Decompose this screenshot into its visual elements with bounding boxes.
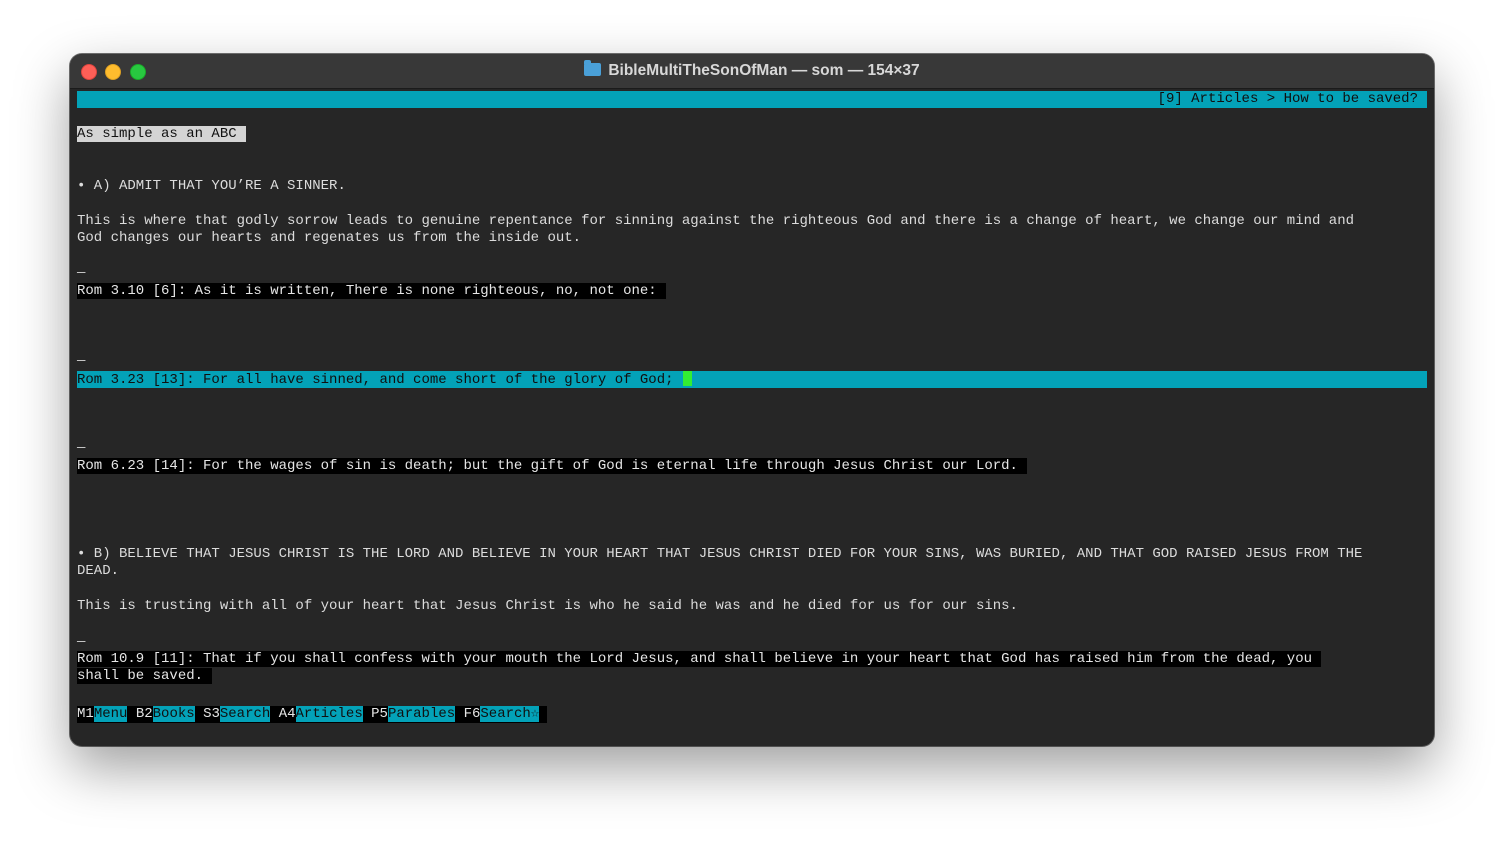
text-cursor [682, 371, 692, 386]
separator: — [77, 634, 86, 650]
separator: — [77, 265, 86, 281]
point-b-line-1: • B) BELIEVE THAT JESUS CHRIST IS THE LO… [77, 546, 1363, 562]
breadcrumb: [9] Articles > How to be saved? [1157, 91, 1418, 107]
folder-icon [584, 60, 602, 76]
fkey-search[interactable]: S3Search [203, 706, 271, 722]
status-bar: [9] Articles > How to be saved? [77, 91, 1427, 108]
fkey-search-favorites[interactable]: F6Search☆ [464, 706, 540, 722]
fkey-menu[interactable]: M1Menu [77, 706, 128, 722]
selected-verse-row[interactable]: Rom 3.23 [13]: For all have sinned, and … [77, 371, 1427, 388]
fkey-books[interactable]: B2Books [136, 706, 195, 722]
title-bar[interactable]: BibleMultiTheSonOfMan — som — 154×37 [70, 54, 1434, 89]
selected-verse-text: Rom 3.23 [13]: For all have sinned, and … [77, 372, 674, 388]
terminal-content[interactable]: [9] Articles > How to be saved? As simpl… [77, 91, 1427, 723]
separator: — [77, 353, 86, 369]
verse-row[interactable]: Rom 3.10 [6]: As it is written, There is… [77, 283, 666, 299]
article-heading: As simple as an ABC [77, 126, 246, 142]
function-key-bar: M1Menu B2Books S3Search A4Articles P5Par… [77, 706, 548, 723]
point-b-line-2: DEAD. [77, 563, 120, 579]
verse-row-continued[interactable]: shall be saved. [77, 668, 213, 684]
paragraph-a-line-2: God changes our hearts and regenates us … [77, 230, 582, 246]
paragraph-b: This is trusting with all of your heart … [77, 598, 1018, 614]
window-title: BibleMultiTheSonOfMan — som — 154×37 [70, 54, 1434, 88]
fkey-parables[interactable]: P5Parables [371, 706, 456, 722]
separator: — [77, 440, 86, 456]
window-title-text: BibleMultiTheSonOfMan — som — 154×37 [608, 62, 920, 79]
fkey-articles[interactable]: A4Articles [279, 706, 363, 722]
verse-row[interactable]: Rom 10.9 [11]: That if you shall confess… [77, 651, 1322, 667]
point-a: • A) ADMIT THAT YOU’RE A SINNER. [77, 178, 346, 194]
paragraph-a-line-1: This is where that godly sorrow leads to… [77, 213, 1355, 229]
verse-row[interactable]: Rom 6.23 [14]: For the wages of sin is d… [77, 458, 1027, 474]
terminal-window: BibleMultiTheSonOfMan — som — 154×37 [9]… [70, 54, 1434, 746]
